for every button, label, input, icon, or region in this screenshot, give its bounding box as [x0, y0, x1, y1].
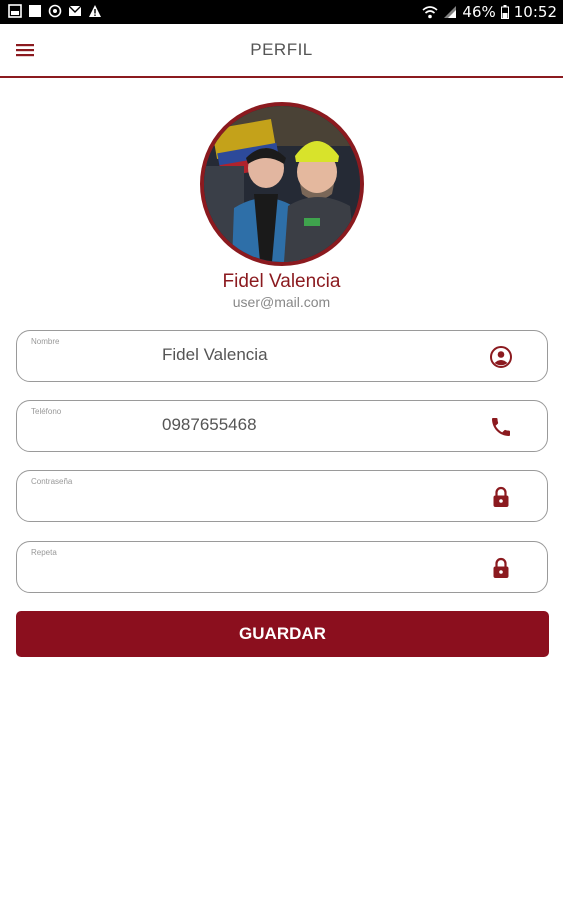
gallery-notification-icon — [8, 4, 22, 18]
page-title: PERFIL — [250, 40, 313, 59]
at-sign-notification-icon — [48, 4, 62, 18]
status-bar: 46% 10:52 — [0, 0, 563, 24]
wifi-icon — [422, 6, 438, 19]
lock-icon — [493, 557, 509, 578]
save-button[interactable]: GUARDAR — [16, 611, 549, 657]
repeat-password-input[interactable] — [162, 556, 462, 576]
repeat-password-field[interactable]: Repeta — [16, 541, 548, 593]
profile-name: Fidel Valencia — [222, 271, 341, 292]
battery-percent: 46% — [462, 3, 496, 21]
mail-notification-icon — [68, 5, 82, 16]
profile-avatar[interactable] — [200, 102, 364, 266]
phone-input[interactable] — [162, 415, 462, 435]
clock: 10:52 — [513, 3, 557, 21]
account-circle-icon — [490, 346, 512, 368]
lock-icon — [493, 486, 509, 507]
battery-icon — [500, 5, 509, 19]
repeat-password-field-label: Repeta — [31, 548, 57, 557]
profile-photo — [204, 106, 360, 262]
name-input[interactable] — [162, 345, 462, 365]
cell-signal-icon — [444, 6, 457, 18]
name-field[interactable]: Nombre — [16, 330, 548, 382]
app-bar: PERFIL — [0, 24, 563, 76]
header-divider — [0, 76, 563, 78]
notification-icons — [8, 4, 102, 18]
password-input[interactable] — [162, 485, 462, 505]
phone-field[interactable]: Teléfono — [16, 400, 548, 452]
document-notification-icon — [29, 5, 41, 17]
name-field-label: Nombre — [31, 337, 60, 346]
profile-email: user@mail.com — [232, 294, 331, 310]
warning-notification-icon — [89, 5, 101, 17]
phone-icon — [492, 418, 510, 436]
password-field[interactable]: Contraseña — [16, 470, 548, 522]
phone-field-label: Teléfono — [31, 407, 62, 416]
password-field-label: Contraseña — [31, 477, 73, 486]
system-indicators: 46% 10:52 — [422, 3, 557, 21]
